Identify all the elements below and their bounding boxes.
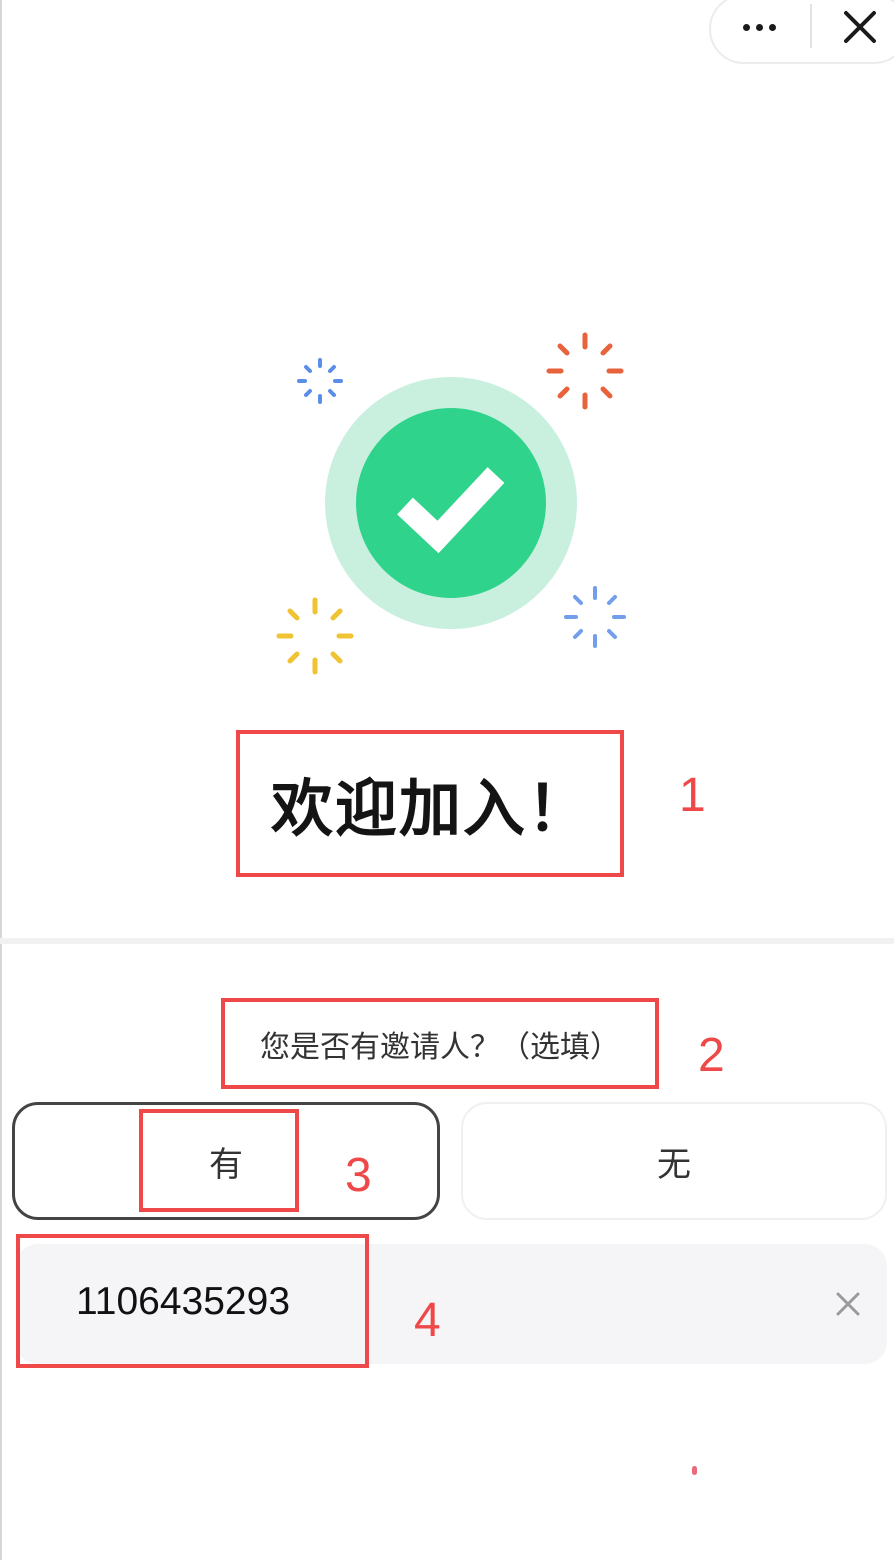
left-border [0, 0, 2, 1560]
option-no-button[interactable]: 无 [461, 1102, 887, 1220]
annotation-number-4: 4 [414, 1294, 441, 1347]
clear-x-icon[interactable] [828, 1284, 868, 1324]
sparkle-orange-icon [546, 332, 624, 410]
annotation-number-3: 3 [345, 1149, 372, 1202]
sparkle-blue-icon [564, 586, 626, 648]
dot [742, 23, 750, 31]
close-icon[interactable] [832, 2, 888, 52]
section-divider [0, 938, 894, 944]
dot [755, 23, 763, 31]
success-checkmark-icon [325, 377, 577, 629]
option-no-label: 无 [657, 1144, 691, 1185]
annotation-box-1 [236, 730, 624, 877]
annotation-box-3 [139, 1109, 299, 1212]
sparkle-blue-small-icon [297, 358, 343, 404]
annotation-number-1: 1 [679, 769, 706, 822]
annotation-number-2: 2 [698, 1029, 725, 1082]
dot [768, 23, 776, 31]
more-dots-icon[interactable] [725, 4, 793, 50]
stray-mark [692, 1466, 697, 1475]
sparkle-yellow-icon [276, 597, 354, 675]
capsule-divider [810, 4, 812, 48]
success-illustration [270, 325, 640, 685]
annotation-box-2 [221, 998, 659, 1089]
annotation-box-4 [16, 1234, 369, 1368]
